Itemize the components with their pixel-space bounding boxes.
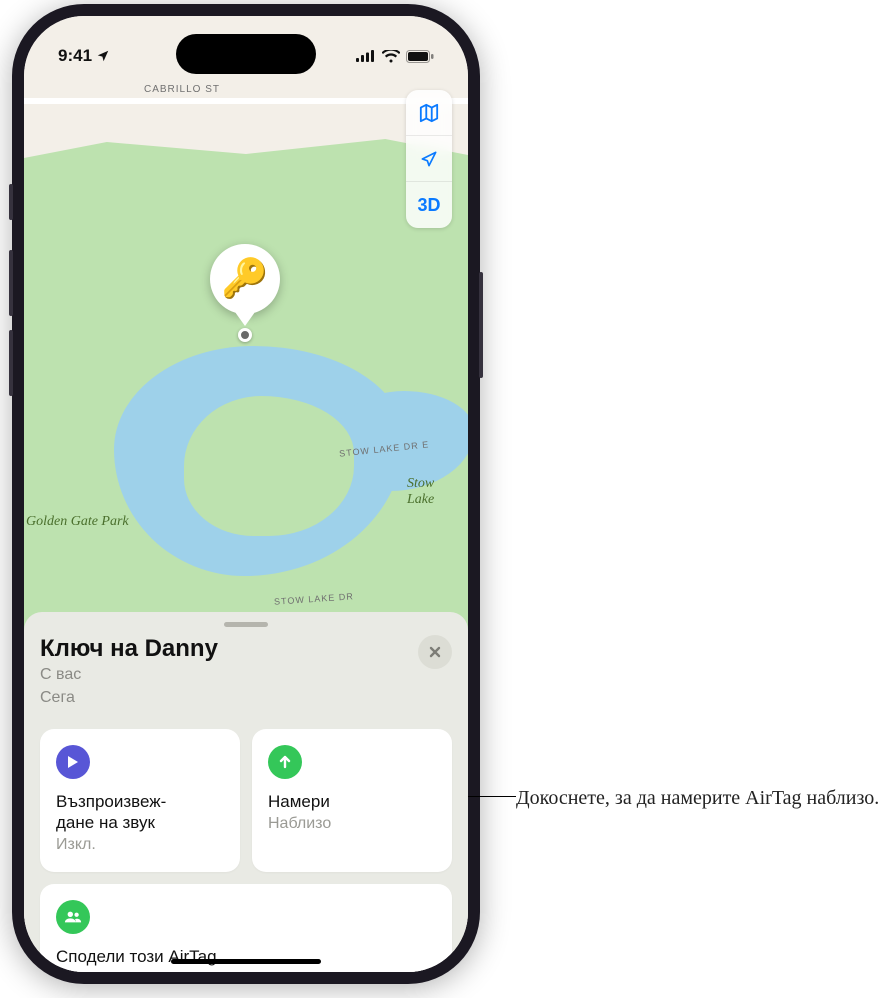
- find-card[interactable]: Намери Наблизо: [252, 729, 452, 873]
- side-button: [9, 184, 13, 220]
- item-status-with-you: С вас: [40, 665, 218, 686]
- item-sheet[interactable]: Ключ на Danny С вас Сега Възпроизвеж- да…: [24, 612, 468, 972]
- play-sound-card[interactable]: Възпроизвеж- дане на звук Изкл.: [40, 729, 240, 873]
- locate-me-button[interactable]: [406, 136, 452, 182]
- poi-label-ggp: Golden Gate Park: [26, 514, 129, 530]
- item-status-time: Сега: [40, 688, 218, 709]
- close-icon: [428, 645, 442, 659]
- side-button: [9, 330, 13, 396]
- marker-dot: [238, 328, 252, 342]
- map-lake-island: [184, 396, 354, 536]
- marker-stem: [235, 312, 255, 326]
- three-d-label: 3D: [417, 195, 440, 216]
- poi-label-stow-lake: Stow Lake: [407, 476, 434, 508]
- map-controls: 3D: [406, 90, 452, 228]
- street-label-cabrillo: CABRILLO ST: [144, 84, 220, 95]
- status-time: 9:41: [58, 46, 92, 66]
- side-button: [9, 250, 13, 316]
- dynamic-island: [176, 34, 316, 74]
- location-services-icon: [96, 49, 110, 63]
- key-icon: 🔑: [221, 257, 268, 301]
- play-sound-title: Възпроизвеж- дане на звук: [56, 791, 224, 834]
- home-indicator[interactable]: [171, 959, 321, 964]
- phone-frame: 9:41 CABRILLO ST FULT: [12, 4, 480, 984]
- side-button: [479, 272, 483, 378]
- screen: 9:41 CABRILLO ST FULT: [24, 16, 468, 972]
- wifi-icon: [382, 50, 400, 63]
- share-title: Сподели този AirTag: [56, 946, 436, 967]
- people-icon: [56, 900, 90, 934]
- play-sound-status: Изкл.: [56, 836, 224, 854]
- callout-text: Докоснете, за да намерите AirTag наблизо…: [516, 784, 886, 813]
- find-arrow-icon: [268, 745, 302, 779]
- location-arrow-icon: [419, 149, 439, 169]
- item-title: Ключ на Danny: [40, 635, 218, 663]
- toggle-3d-button[interactable]: 3D: [406, 182, 452, 228]
- map-road: [24, 98, 468, 104]
- map-icon: [418, 103, 440, 123]
- item-marker[interactable]: 🔑: [210, 244, 280, 342]
- find-status: Наблизо: [268, 815, 436, 833]
- battery-icon: [406, 50, 434, 63]
- sheet-grabber[interactable]: [224, 622, 268, 627]
- marker-bubble: 🔑: [210, 244, 280, 314]
- cellular-icon: [356, 50, 376, 62]
- find-title: Намери: [268, 791, 436, 812]
- map-mode-button[interactable]: [406, 90, 452, 136]
- close-sheet-button[interactable]: [418, 635, 452, 669]
- play-icon: [56, 745, 90, 779]
